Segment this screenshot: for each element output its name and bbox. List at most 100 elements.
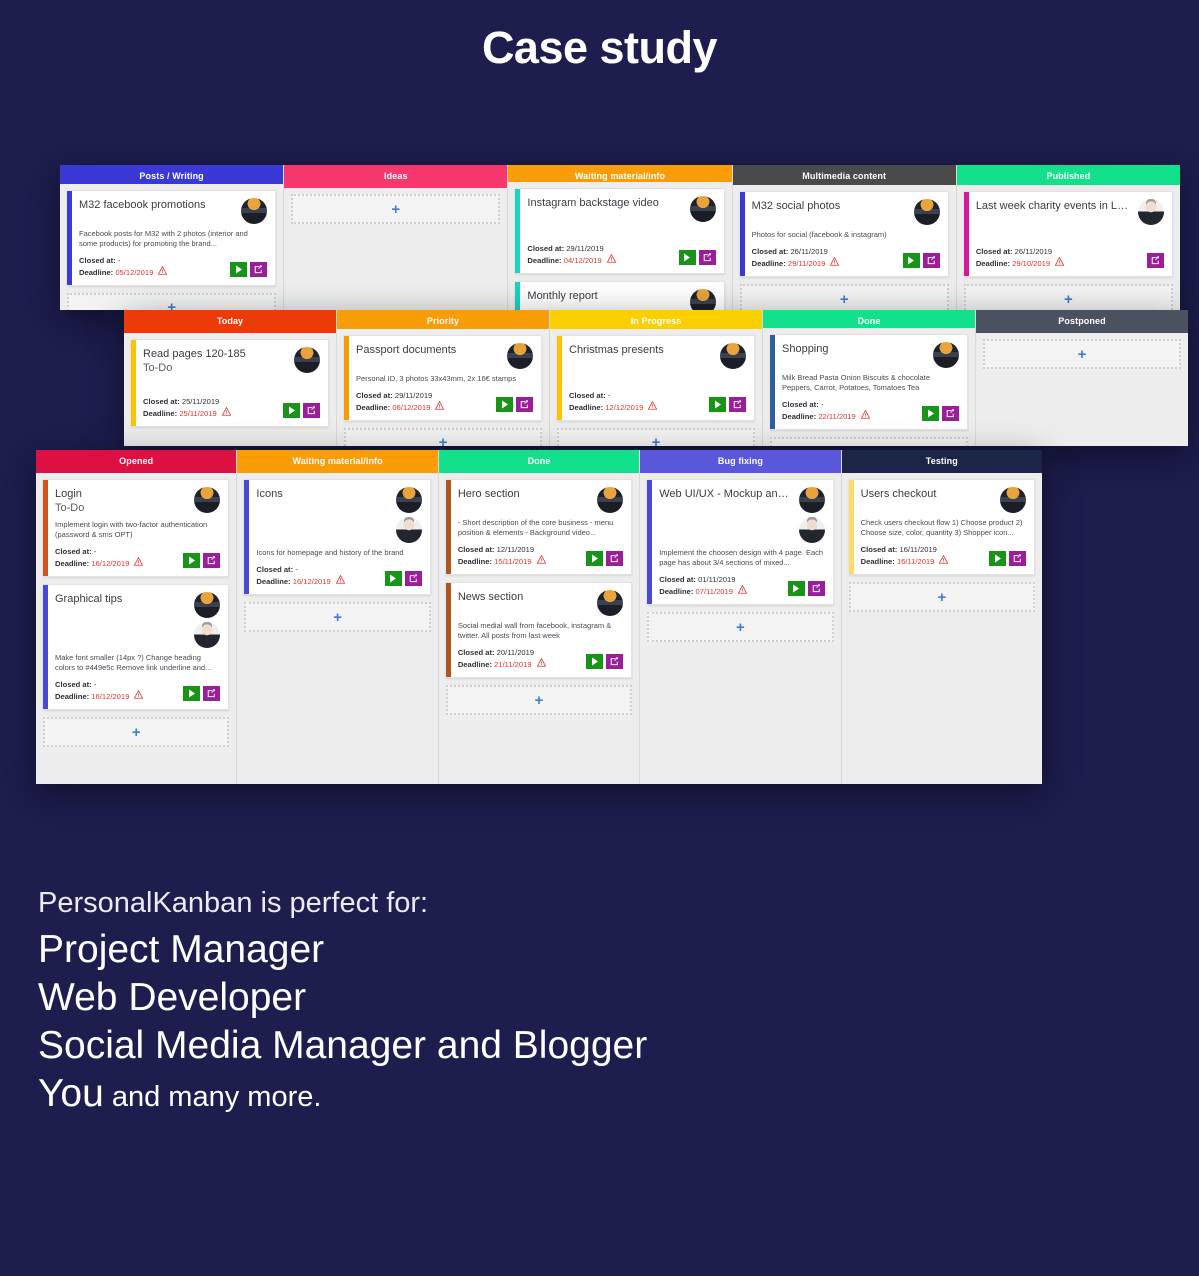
avatar: [1138, 199, 1165, 225]
task-card[interactable]: News section Social medial wall from face…: [445, 582, 633, 678]
add-card-slot[interactable]: +: [67, 292, 277, 310]
deadline-label: Deadline:: [659, 587, 694, 596]
task-card[interactable]: Shopping Milk Bread Pasta Onion Biscuits …: [770, 333, 968, 430]
closed-at-line: Closed at: 01/11/2019: [659, 574, 787, 585]
deadline-value: 12/12/2019: [605, 402, 644, 412]
edit-card-button[interactable]: [203, 686, 221, 701]
column-header[interactable]: Waiting material/info: [237, 450, 438, 473]
start-timer-button[interactable]: [496, 396, 513, 412]
add-card-slot[interactable]: +: [739, 284, 949, 310]
card-titles: Login To-Do: [55, 487, 194, 515]
task-card[interactable]: M32 facebook promotions Facebook posts fo…: [67, 189, 277, 286]
edit-card-button[interactable]: [922, 253, 940, 268]
edit-card-button[interactable]: [303, 403, 320, 418]
column-header[interactable]: In Progress: [550, 310, 762, 329]
card-title: Login: [55, 488, 82, 500]
column-header[interactable]: Postponed: [976, 310, 1188, 333]
edit-card-button[interactable]: [942, 405, 959, 421]
start-timer-button[interactable]: [922, 405, 939, 421]
add-card-slot[interactable]: +: [445, 685, 633, 715]
add-card-slot[interactable]: +: [770, 436, 968, 446]
column-header[interactable]: Testing: [841, 450, 1042, 473]
column-header[interactable]: Done: [438, 450, 640, 473]
start-timer-button[interactable]: [586, 551, 604, 566]
start-timer-button[interactable]: [384, 571, 402, 586]
avatar: [913, 199, 940, 225]
closed-at-line: Closed at: 16/11/2019: [861, 544, 989, 555]
card-meta: Closed at: 29/11/2019 Deadline: 06/12/201…: [356, 390, 533, 413]
column-header[interactable]: Multimedia content: [732, 165, 956, 185]
edit-card-button[interactable]: [606, 551, 624, 566]
task-card[interactable]: Login To-Do Implement login with two-facto…: [43, 479, 230, 577]
column-header[interactable]: Waiting material/info: [508, 165, 732, 182]
start-timer-button[interactable]: [586, 654, 604, 669]
column-header[interactable]: Done: [763, 310, 975, 328]
board-column: Waiting material/info Icons Icons for home…: [237, 450, 439, 784]
add-card-slot[interactable]: +: [244, 602, 431, 632]
card-top: M32 social photos: [752, 199, 940, 225]
task-card[interactable]: Passport documents Personal ID, 3 photos …: [344, 334, 542, 421]
add-card-slot[interactable]: +: [963, 284, 1174, 310]
start-timer-button[interactable]: [678, 250, 696, 265]
task-card[interactable]: Web UI/UX - Mockup and website f... Imple…: [647, 479, 834, 605]
edit-card-button[interactable]: [807, 581, 825, 596]
edit-card-button[interactable]: [606, 654, 624, 669]
card-title: Passport documents: [356, 343, 457, 356]
page-title: Case study: [481, 22, 718, 73]
avatar: [798, 487, 825, 513]
task-card[interactable]: Last week charity events in Londo... Clos…: [963, 191, 1174, 277]
column-body: +: [284, 188, 507, 310]
card-description: Personal ID, 3 photos 33x43mm, 2x 16€ st…: [356, 373, 517, 383]
start-timer-button[interactable]: [283, 403, 300, 418]
edit-card-button[interactable]: [729, 396, 746, 412]
add-card-slot[interactable]: +: [647, 612, 834, 642]
avatar: [194, 592, 221, 618]
deadline-label: Deadline:: [751, 259, 786, 268]
column-header[interactable]: Priority: [337, 310, 549, 329]
task-card[interactable]: Monthly report: [515, 281, 725, 310]
board-column: Done Shopping Milk Bread Pasta Onion Biscu…: [763, 310, 976, 446]
closed-at-value: 26/11/2019: [1014, 247, 1053, 256]
card-titles: Users checkout: [861, 487, 1000, 501]
task-card[interactable]: Graphical tips Make font smaller (14px ?)…: [43, 584, 230, 710]
edit-card-button[interactable]: [250, 261, 268, 277]
start-timer-button[interactable]: [709, 396, 726, 412]
add-card-slot[interactable]: +: [557, 427, 755, 446]
edit-card-button[interactable]: [698, 250, 716, 265]
column-header[interactable]: Opened: [36, 450, 237, 473]
add-card-slot[interactable]: +: [344, 427, 542, 446]
add-card-slot[interactable]: +: [43, 717, 230, 747]
column-header[interactable]: Posts / Writing: [60, 165, 284, 184]
column-header[interactable]: Published: [956, 165, 1180, 185]
task-card[interactable]: Users checkout Check users checkout flow …: [848, 479, 1036, 575]
task-card[interactable]: M32 social photos Photos for social (face…: [739, 191, 949, 277]
start-timer-button[interactable]: [902, 253, 920, 268]
add-card-slot[interactable]: +: [291, 194, 501, 224]
task-card[interactable]: Read pages 120-185 To-Do Closed at: 25/11/…: [131, 339, 329, 427]
edit-card-button[interactable]: [404, 571, 422, 586]
start-timer-button[interactable]: [183, 686, 201, 701]
edit-card-button[interactable]: [516, 396, 533, 412]
start-timer-button[interactable]: [989, 551, 1007, 566]
add-card-slot[interactable]: +: [848, 582, 1036, 612]
start-timer-button[interactable]: [787, 581, 805, 596]
board-column: Testing Users checkout Check users checkou…: [841, 450, 1042, 784]
deadline-label: Deadline:: [256, 577, 291, 586]
start-timer-button[interactable]: [183, 553, 201, 568]
edit-card-button[interactable]: [1147, 253, 1165, 268]
task-card[interactable]: Instagram backstage video Closed at: 29/1…: [515, 188, 725, 274]
start-timer-button[interactable]: [230, 261, 248, 277]
task-card[interactable]: Hero section - Short description of the c…: [445, 479, 633, 575]
column-header[interactable]: Bug fixing: [640, 450, 841, 473]
column-header[interactable]: Ideas: [284, 165, 508, 188]
card-titles: Graphical tips: [55, 592, 194, 606]
add-card-slot[interactable]: +: [983, 339, 1181, 369]
card-titles: Shopping: [782, 342, 933, 356]
edit-card-button[interactable]: [1009, 551, 1027, 566]
edit-card-button[interactable]: [203, 553, 221, 568]
task-card[interactable]: Icons Icons for homepage and history of t…: [244, 479, 431, 595]
task-card[interactable]: Christmas presents Closed at: - Deadline: …: [557, 334, 755, 421]
card-meta: Closed at: 12/11/2019 Deadline: 15/11/201…: [458, 544, 624, 567]
column-header[interactable]: Today: [124, 310, 336, 333]
card-accent-bar: [647, 480, 653, 604]
